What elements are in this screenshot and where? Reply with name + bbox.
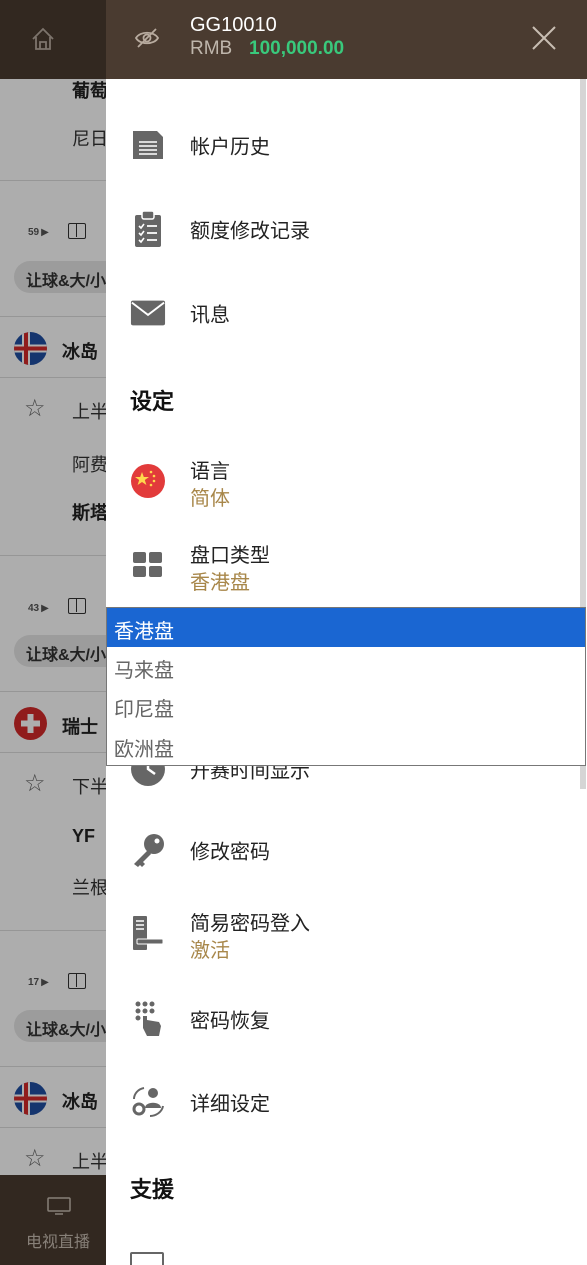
menu-label: 简易密码登入: [190, 913, 310, 935]
clipboard-checklist-icon: [130, 210, 166, 247]
china-flag-icon: [130, 463, 166, 499]
odds-option[interactable]: 欧洲盘: [107, 726, 585, 765]
menu-messages[interactable]: 讯息: [106, 278, 576, 348]
menu-credit-log[interactable]: 额度修改记录: [106, 194, 576, 264]
menu-password-recovery[interactable]: 密码恢复: [106, 984, 576, 1054]
close-icon[interactable]: [531, 25, 557, 51]
keypad-touch-icon: [130, 1001, 166, 1037]
menu-label: 盘口类型: [190, 545, 270, 567]
menu-change-password[interactable]: 修改密码: [106, 815, 576, 885]
door-lock-icon: [130, 915, 166, 951]
user-settings-icon: [130, 1084, 166, 1120]
menu-label: 讯息: [190, 304, 230, 327]
menu-label: 详细设定: [190, 1093, 270, 1116]
hide-balance-icon[interactable]: [134, 25, 160, 51]
language-value: 简体: [190, 488, 230, 510]
menu-label: 帐户历史: [190, 136, 270, 159]
menu-odds-type[interactable]: 盘口类型 香港盘: [106, 530, 576, 600]
odds-type-dropdown[interactable]: 香港盘 马来盘 印尼盘 欧洲盘: [106, 607, 586, 766]
grid-icon: [130, 547, 166, 583]
easy-login-value: 激活: [190, 940, 230, 962]
odds-option[interactable]: 马来盘: [107, 647, 585, 686]
odds-option[interactable]: 印尼盘: [107, 686, 585, 725]
menu-detailed-settings[interactable]: 详细设定: [106, 1067, 576, 1137]
menu-label: 密码恢复: [190, 1010, 270, 1033]
support-section-title: 支援: [130, 1177, 175, 1202]
document-icon: [130, 127, 166, 163]
menu-label: 语言: [190, 461, 230, 483]
balance-amount: 100,000.00: [249, 38, 345, 59]
settings-section-title: 设定: [130, 389, 175, 414]
odds-type-value: 香港盘: [190, 572, 250, 594]
key-icon: [130, 832, 166, 868]
support-item-icon[interactable]: [130, 1252, 164, 1265]
menu-label: 修改密码: [190, 841, 270, 864]
menu-label: 额度修改记录: [190, 220, 310, 243]
currency-label: RMB: [190, 38, 233, 59]
menu-easy-password-login[interactable]: 简易密码登入 激活: [106, 898, 576, 968]
username: GG10010: [190, 14, 277, 36]
menu-account-history[interactable]: 帐户历史: [106, 110, 576, 180]
drawer-header: GG10010 RMB 100,000.00: [106, 0, 587, 79]
envelope-icon: [130, 295, 166, 331]
menu-language[interactable]: 语言 简体: [106, 446, 576, 516]
odds-option[interactable]: 香港盘: [107, 608, 585, 648]
